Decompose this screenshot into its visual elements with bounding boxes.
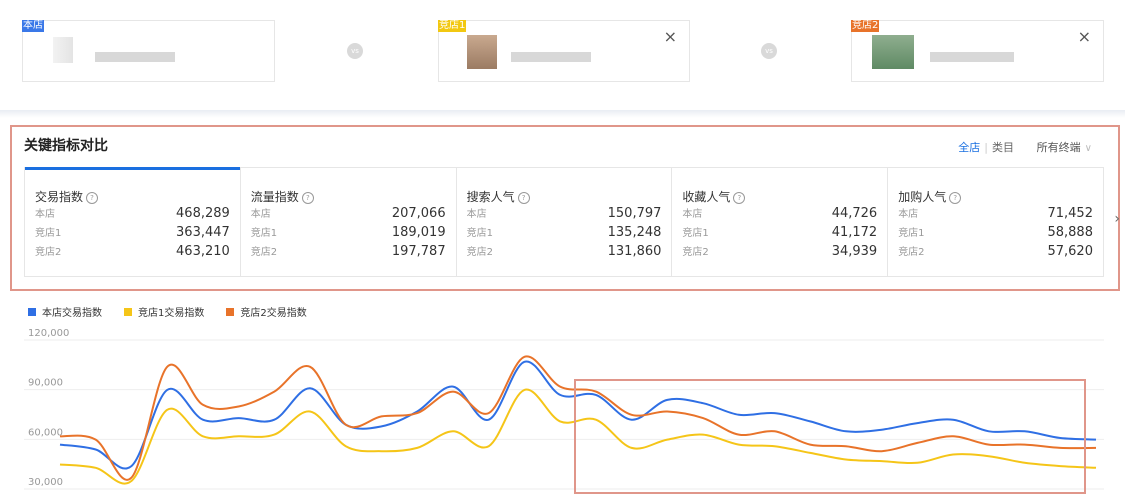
store-card-own[interactable]: 本店 xyxy=(22,20,275,82)
metric-value-rival-1: 189,019 xyxy=(391,225,446,240)
metric-card-cart-popularity[interactable]: 加购人气? 本店 71,452 竞店1 58,888 竞店2 57,620 xyxy=(888,168,1103,276)
help-icon[interactable]: ? xyxy=(949,191,962,204)
row-label-rival-1: 竞店1 xyxy=(35,228,62,239)
help-icon[interactable]: ? xyxy=(733,191,746,204)
metric-value-rival-2: 197,787 xyxy=(391,244,446,259)
metric-value-rival-1: 58,888 xyxy=(1047,225,1093,240)
row-label-rival-1: 竞店1 xyxy=(466,228,493,239)
metric-value-own: 468,289 xyxy=(176,206,230,221)
help-icon[interactable]: ? xyxy=(86,191,99,204)
row-label-rival-2: 竞店2 xyxy=(35,247,62,258)
scope-switch: 全店 | 类目 xyxy=(958,139,1014,155)
metric-value-rival-1: 41,172 xyxy=(831,225,878,240)
y-tick-label: 120,000 xyxy=(28,328,69,339)
store-tag-own: 本店 xyxy=(22,20,44,32)
legend-swatch xyxy=(226,307,235,316)
row-label-own: 本店 xyxy=(250,209,271,220)
row-label-own: 本店 xyxy=(35,209,55,220)
store-card-rival-1[interactable]: 竞店1 × xyxy=(438,20,690,82)
store-avatar-own xyxy=(53,37,73,63)
vs-icon-1: vs xyxy=(347,43,363,59)
metric-value-own: 71,452 xyxy=(1047,206,1093,221)
row-label-own: 本店 xyxy=(466,209,487,220)
row-label-own: 本店 xyxy=(682,209,703,220)
legend-swatch xyxy=(28,307,36,316)
legend-label: 本店交易指数 xyxy=(42,308,102,319)
metric-value-rival-2: 463,210 xyxy=(176,244,230,259)
store-tag-rival-2: 竞店2 xyxy=(851,20,880,32)
close-icon-rival-1[interactable]: × xyxy=(664,27,677,46)
highlight-box xyxy=(574,379,1086,494)
chart-legend: 本店交易指数 竞店1交易指数 竞店2交易指数 xyxy=(28,304,329,319)
store-card-rival-2[interactable]: 竞店2 × xyxy=(851,20,1104,82)
metric-value-rival-2: 34,939 xyxy=(831,244,878,259)
row-label-rival-2: 竞店2 xyxy=(898,247,925,258)
legend-item-own[interactable]: 本店交易指数 xyxy=(28,304,102,319)
store-avatar-rival-2 xyxy=(872,35,914,69)
row-label-rival-2: 竞店2 xyxy=(466,247,493,258)
metric-value-rival-1: 135,248 xyxy=(607,225,662,240)
section-divider xyxy=(0,110,1125,118)
metric-value-own: 207,066 xyxy=(391,206,446,221)
y-tick-label: 30,000 xyxy=(28,477,63,488)
metric-card-favorite-popularity[interactable]: 收藏人气? 本店 44,726 竞店1 41,172 竞店2 34,939 xyxy=(672,168,889,276)
metric-name: 交易指数 xyxy=(35,190,84,204)
scope-category-tab[interactable]: 类目 xyxy=(992,141,1014,154)
terminal-select[interactable]: 所有终端 ∨ xyxy=(1037,139,1092,155)
row-label-rival-2: 竞店2 xyxy=(682,247,709,258)
vs-icon-2: vs xyxy=(761,43,777,59)
legend-swatch xyxy=(124,307,132,316)
metric-name: 加购人气 xyxy=(898,190,947,204)
metric-name: 流量指数 xyxy=(250,190,299,204)
scope-separator: | xyxy=(984,141,988,154)
help-icon[interactable]: ? xyxy=(517,191,530,204)
y-tick-label: 90,000 xyxy=(28,378,63,389)
y-tick-label: 60,000 xyxy=(28,427,63,438)
chevron-down-icon: ∨ xyxy=(1084,143,1092,154)
panel-title: 关键指标对比 xyxy=(24,138,108,154)
row-label-rival-1: 竞店1 xyxy=(682,228,709,239)
row-label-rival-1: 竞店1 xyxy=(898,228,925,239)
store-tag-rival-1: 竞店1 xyxy=(438,20,467,32)
row-label-own: 本店 xyxy=(898,209,919,220)
store-name-rival-1 xyxy=(511,52,591,62)
row-label-rival-1: 竞店1 xyxy=(250,228,278,239)
store-compare-bar: 本店 vs 竞店1 × vs 竞店2 × xyxy=(0,0,1125,112)
chevron-right-icon[interactable]: › xyxy=(1114,211,1120,227)
metric-value-rival-2: 57,620 xyxy=(1047,244,1093,259)
metric-value-own: 44,726 xyxy=(831,206,878,221)
legend-item-rival-1[interactable]: 竞店1交易指数 xyxy=(124,304,204,319)
metric-value-rival-1: 363,447 xyxy=(176,225,230,240)
metric-card-search-popularity[interactable]: 搜索人气? 本店 150,797 竞店1 135,248 竞店2 131,860 xyxy=(457,168,673,276)
close-icon-rival-2[interactable]: × xyxy=(1078,27,1091,46)
help-icon[interactable]: ? xyxy=(301,191,314,204)
scope-all-tab[interactable]: 全店 xyxy=(958,141,980,154)
terminal-select-value: 所有终端 xyxy=(1036,141,1081,154)
metric-card-trade-index[interactable]: 交易指数? 本店 468,289 竞店1 363,447 竞店2 463,210 xyxy=(25,167,241,276)
legend-label: 竞店1交易指数 xyxy=(138,308,205,319)
metric-card-traffic-index[interactable]: 流量指数? 本店 207,066 竞店1 189,019 竞店2 197,787 xyxy=(241,168,457,276)
row-label-rival-2: 竞店2 xyxy=(250,247,278,258)
metric-name: 收藏人气 xyxy=(682,190,731,204)
store-name-own xyxy=(95,52,175,62)
metric-name: 搜索人气 xyxy=(466,190,515,204)
store-name-rival-2 xyxy=(930,52,1014,62)
store-avatar-rival-1 xyxy=(467,35,497,69)
key-metrics-panel: 关键指标对比 全店 | 类目 所有终端 ∨ 交易指数? 本店 468,289 竞店1 36… xyxy=(10,125,1120,291)
metric-value-rival-2: 131,860 xyxy=(607,244,662,259)
metric-value-own: 150,797 xyxy=(607,206,662,221)
legend-item-rival-2[interactable]: 竞店2交易指数 xyxy=(226,304,307,319)
metric-cards: 交易指数? 本店 468,289 竞店1 363,447 竞店2 463,210 流量… xyxy=(24,167,1104,277)
legend-label: 竞店2交易指数 xyxy=(240,308,307,319)
